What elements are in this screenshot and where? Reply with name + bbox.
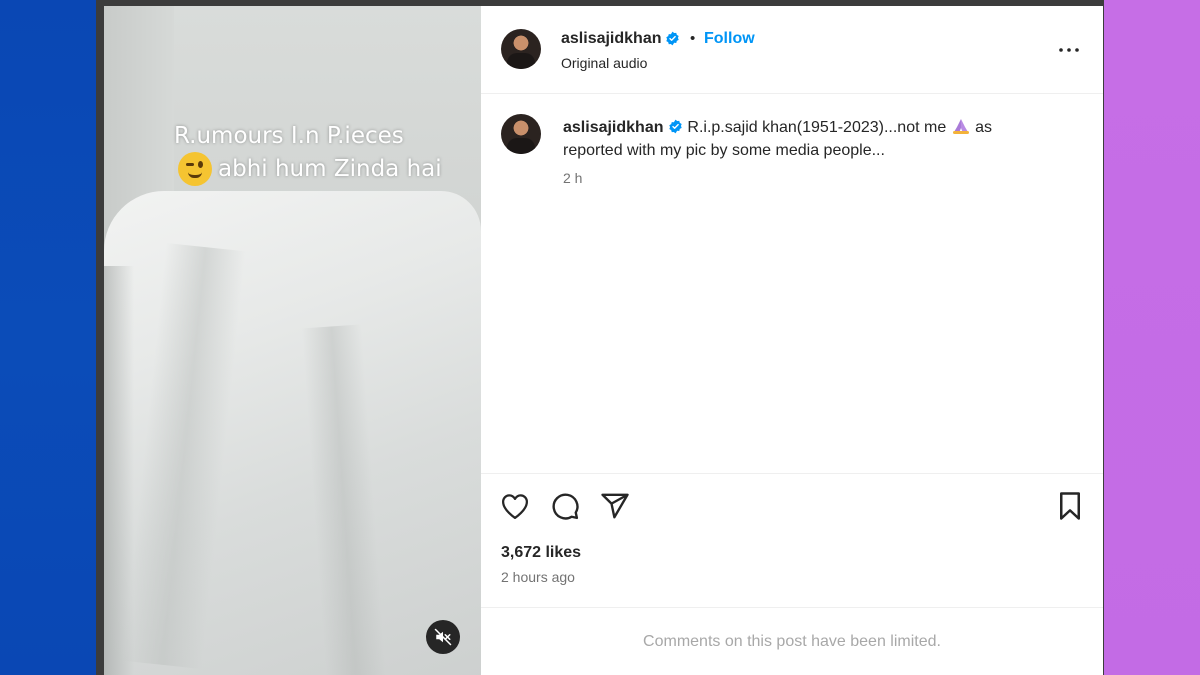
action-bar: 3,672 likes 2 hours ago bbox=[481, 473, 1103, 607]
post-video[interactable]: R.umours I.n P.ieces abhi hum Zinda hai bbox=[104, 6, 481, 675]
avatar[interactable] bbox=[501, 114, 541, 154]
post-timestamp[interactable]: 2 hours ago bbox=[501, 569, 575, 585]
caption-text: aslisajidkhan R.i.p.sajid khan(1951-2023… bbox=[563, 116, 1033, 162]
heart-icon bbox=[502, 494, 528, 519]
share-button[interactable] bbox=[599, 490, 631, 522]
mute-button[interactable] bbox=[426, 620, 460, 654]
post-details-panel: aslisajidkhan • Follow Original audio as… bbox=[481, 6, 1103, 675]
wink-emoji-icon bbox=[178, 152, 212, 186]
comment-button[interactable] bbox=[549, 490, 581, 522]
caption-block: aslisajidkhan R.i.p.sajid khan(1951-2023… bbox=[481, 95, 1103, 473]
follow-button[interactable]: Follow bbox=[704, 30, 755, 48]
video-fold bbox=[104, 266, 134, 675]
verified-badge-icon bbox=[669, 119, 682, 134]
video-overlay-text-2: abhi hum Zinda hai bbox=[218, 156, 442, 182]
video-overlay-line-2: abhi hum Zinda hai bbox=[114, 152, 481, 186]
background-right bbox=[1104, 0, 1200, 675]
background-left bbox=[0, 0, 96, 675]
likes-count[interactable]: 3,672 likes bbox=[501, 544, 581, 562]
avatar[interactable] bbox=[501, 29, 541, 69]
caption-body-1: R.i.p.sajid khan(1951-2023)...not me bbox=[687, 119, 947, 136]
post-header: aslisajidkhan • Follow Original audio bbox=[481, 6, 1103, 94]
caption-time[interactable]: 2 h bbox=[563, 170, 582, 186]
comment-icon bbox=[552, 493, 579, 520]
more-horizontal-icon[interactable] bbox=[1057, 42, 1081, 58]
bookmark-icon bbox=[1060, 492, 1080, 520]
like-button[interactable] bbox=[499, 490, 531, 522]
header-username[interactable]: aslisajidkhan bbox=[561, 30, 662, 48]
audio-label[interactable]: Original audio bbox=[561, 55, 647, 71]
praying-hands-emoji-icon bbox=[952, 119, 969, 134]
comments-limited-notice: Comments on this post have been limited. bbox=[481, 607, 1103, 675]
speaker-muted-icon bbox=[434, 628, 452, 646]
separator-dot: • bbox=[690, 30, 696, 47]
video-overlay-text-1: R.umours I.n P.ieces bbox=[174, 123, 404, 149]
caption-username[interactable]: aslisajidkhan bbox=[563, 119, 664, 136]
save-button[interactable] bbox=[1054, 490, 1086, 522]
paper-plane-icon bbox=[601, 493, 629, 519]
verified-badge-icon bbox=[665, 31, 680, 49]
